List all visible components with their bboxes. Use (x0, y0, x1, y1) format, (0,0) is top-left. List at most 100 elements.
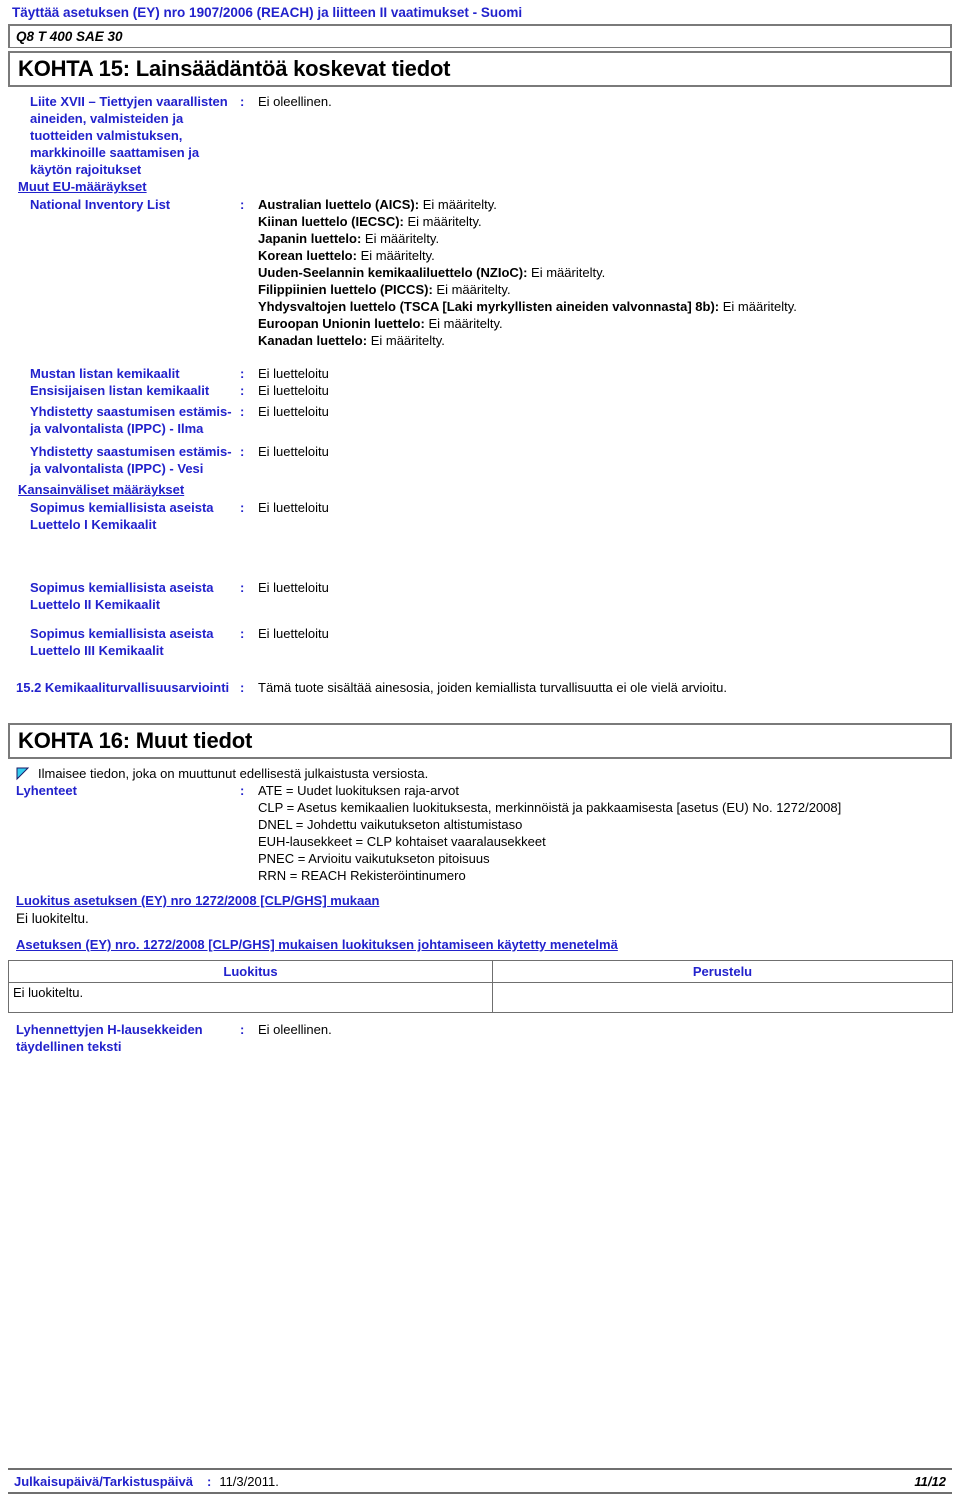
inventory-entry-name: Uuden-Seelannin kemikaaliluettelo (NZIoC… (258, 265, 528, 280)
inventory-entry-name: Australian luettelo (AICS): (258, 197, 420, 212)
national-inventory-values: Australian luettelo (AICS): Ei määritelt… (258, 196, 952, 349)
eu-regulation-row: Ensisijaisen listan kemikaalit: Ei luette… (8, 382, 952, 399)
eu-regulation-label: Yhdistetty saastumisen estämis- ja valvo… (30, 444, 232, 476)
eu-regulation-row: Yhdistetty saastumisen estämis- ja valvo… (8, 403, 952, 437)
inventory-entry-value: Ei määritelty. (527, 265, 606, 280)
cell-justification (492, 982, 953, 1013)
inventory-entry-name: Euroopan Unionin luettelo: (258, 316, 425, 331)
inventory-entry-value: Ei määritelty. (719, 299, 797, 314)
eu-regulation-colon: : (240, 383, 245, 398)
inventory-entry: Kiinan luettelo (IECSC): Ei määritelty. (258, 213, 952, 230)
abbreviation-item: ATE = Uudet luokituksen raja-arvot (258, 783, 459, 798)
flag-triangle-icon (16, 767, 30, 781)
section-16-title: KOHTA 16: Muut tiedot (18, 728, 253, 753)
inventory-entry-value: Ei määritelty. (361, 231, 440, 246)
inventory-entry: Uuden-Seelannin kemikaaliluettelo (NZIoC… (258, 264, 952, 281)
inventory-entry-name: Japanin luettelo: (258, 231, 362, 246)
inventory-entry: Euroopan Unionin luettelo: Ei määritelty… (258, 315, 952, 332)
annex-xvii-colon: : (240, 94, 245, 109)
footer-colon: : (206, 1473, 212, 1489)
eu-regulation-label: Ensisijaisen listan kemikaalit (30, 383, 210, 398)
international-regulation-rows: Sopimus kemiallisista aseista Luettelo I… (8, 499, 952, 659)
eu-regulation-value: Ei luetteloitu (258, 444, 329, 459)
abbreviations-colon: : (240, 783, 245, 798)
clp-classification-value: Ei luokiteltu. (16, 911, 89, 926)
annex-xvii-value: Ei oleellinen. (258, 94, 332, 109)
inventory-entry-value: Ei määritelty. (424, 316, 503, 331)
abbreviation-item: PNEC = Arvioitu vaikutukseton pitoisuus (258, 851, 490, 866)
inventory-entry-value: Ei määritelty. (419, 197, 497, 212)
abbreviations-label: Lyhenteet (16, 783, 77, 798)
national-inventory-row: National Inventory List : Australian lue… (8, 196, 952, 349)
document-page: Täyttää asetuksen (EY) nro 1907/2006 (RE… (0, 0, 960, 1502)
inventory-entry-value: Ei määritelty. (403, 214, 482, 229)
inventory-entry-name: Yhdysvaltojen luettelo (TSCA [Laki myrky… (258, 299, 720, 314)
abbreviation-item: RRN = REACH Rekisteröintinumero (258, 868, 466, 883)
footer-label: Julkaisupäivä/Tarkistuspäivä (14, 1473, 193, 1489)
eu-regulation-colon: : (240, 404, 245, 419)
section-16-header-box: KOHTA 16: Muut tiedot (8, 723, 952, 759)
section-15-body: Liite XVII – Tiettyjen vaarallisten aine… (8, 93, 952, 659)
international-regulation-label: Sopimus kemiallisista aseista Luettelo I… (30, 500, 214, 532)
section-15-2-row: 15.2 Kemikaaliturvallisuusarviointi : Tä… (8, 679, 952, 696)
inventory-entry-name: Korean luettelo: (258, 248, 357, 263)
international-regulation-value: Ei luetteloitu (258, 580, 329, 595)
footer-date: 11/3/2011. (219, 1473, 279, 1489)
eu-regulation-rows: Mustan listan kemikaalit: Ei luetteloitu E… (8, 365, 952, 477)
derivation-method-heading-wrap: Asetuksen (EY) nro. 1272/2008 [CLP/GHS] … (8, 936, 952, 954)
international-regulation-colon: : (240, 500, 245, 515)
clp-classification-heading-wrap: Luokitus asetuksen (EY) nro 1272/2008 [C… (8, 892, 952, 910)
h-statements-value: Ei oleellinen. (258, 1022, 332, 1037)
international-regulation-colon: : (240, 580, 245, 595)
eu-regulation-colon: : (240, 366, 245, 381)
table-header-row: Luokitus Perustelu (8, 960, 953, 983)
inventory-entry-name: Kanadan luettelo: (258, 333, 368, 348)
eu-regulation-row: Yhdistetty saastumisen estämis- ja valvo… (8, 443, 952, 477)
product-name-box: Q8 T 400 SAE 30 (8, 24, 952, 48)
inventory-entry-value: Ei määritelty. (432, 282, 511, 297)
section-15-header-box: KOHTA 15: Lainsäädäntöä koskevat tiedot (8, 51, 952, 87)
international-regulation-value: Ei luetteloitu (258, 626, 329, 641)
section-15-2-label: 15.2 Kemikaaliturvallisuusarviointi (16, 680, 230, 695)
h-statements-label: Lyhennettyjen H-lausekkeiden täydellinen… (16, 1022, 203, 1054)
clp-classification-heading: Luokitus asetuksen (EY) nro 1272/2008 [C… (16, 893, 380, 908)
other-eu-regulations-heading: Muut EU-määräykset (18, 179, 147, 194)
eu-regulation-label: Yhdistetty saastumisen estämis- ja valvo… (30, 404, 232, 436)
derivation-method-heading: Asetuksen (EY) nro. 1272/2008 [CLP/GHS] … (16, 937, 618, 952)
page-footer: Julkaisupäivä/Tarkistuspäivä : 11/3/2011… (8, 1468, 952, 1494)
section-15-2-colon: : (240, 680, 245, 695)
annex-xvii-label: Liite XVII – Tiettyjen vaarallisten aine… (30, 94, 228, 177)
international-regulation-label: Sopimus kemiallisista aseista Luettelo I… (30, 580, 214, 612)
inventory-entry: Korean luettelo: Ei määritelty. (258, 247, 952, 264)
eu-regulation-value: Ei luetteloitu (258, 404, 329, 419)
international-regulation-row: Sopimus kemiallisista aseista Luettelo I… (8, 625, 952, 659)
international-heading-wrap: Kansainväliset määräykset (8, 481, 952, 499)
inventory-entry: Australian luettelo (AICS): Ei määritelt… (258, 196, 952, 213)
inventory-entry-name: Filippiinien luettelo (PICCS): (258, 282, 433, 297)
other-eu-heading-wrap: Muut EU-määräykset (8, 178, 952, 196)
table-header-justification: Perustelu (492, 960, 953, 983)
footer-page-number: 11/12 (914, 1473, 946, 1489)
national-inventory-label: National Inventory List (30, 197, 171, 212)
section-15-2-value: Tämä tuote sisältää ainesosia, joiden ke… (258, 680, 727, 695)
inventory-entry: Kanadan luettelo: Ei määritelty. (258, 332, 952, 349)
h-statements-colon: : (240, 1022, 245, 1037)
national-inventory-colon: : (240, 197, 245, 212)
cell-classification: Ei luokiteltu. (8, 982, 493, 1013)
changed-info-note: Ilmaisee tiedon, joka on muuttunut edell… (8, 765, 952, 782)
international-regulations-heading: Kansainväliset määräykset (18, 482, 185, 497)
changed-info-text: Ilmaisee tiedon, joka on muuttunut edell… (38, 766, 429, 781)
compliance-statement: Täyttää asetuksen (EY) nro 1907/2006 (RE… (12, 5, 523, 20)
abbreviation-item: DNEL = Johdettu vaikutukseton altistumis… (258, 817, 523, 832)
classification-table: Luokitus Perustelu Ei luokiteltu. (8, 960, 953, 1013)
abbreviation-item: EUH-lausekkeet = CLP kohtaiset vaaralaus… (258, 834, 546, 849)
inventory-entry: Yhdysvaltojen luettelo (TSCA [Laki myrky… (258, 298, 952, 315)
eu-regulation-colon: : (240, 444, 245, 459)
table-body: Ei luokiteltu. (8, 982, 953, 1013)
eu-regulation-label: Mustan listan kemikaalit (30, 366, 180, 381)
international-regulation-row: Sopimus kemiallisista aseista Luettelo I… (8, 499, 952, 533)
annex-xvii-row: Liite XVII – Tiettyjen vaarallisten aine… (8, 93, 952, 178)
inventory-entry-value: Ei määritelty. (356, 248, 435, 263)
